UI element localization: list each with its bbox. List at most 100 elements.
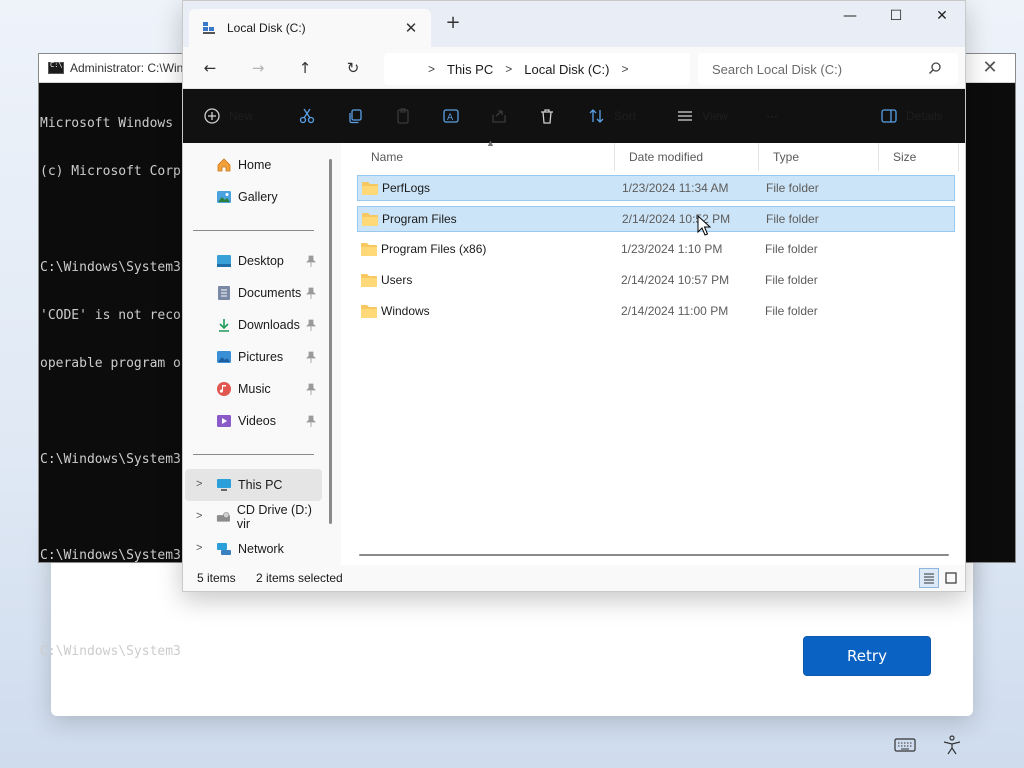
file-type: File folder xyxy=(765,304,818,318)
horizontal-scrollbar[interactable] xyxy=(359,554,949,556)
chevron-right-icon[interactable]: > xyxy=(622,62,629,76)
pin-icon[interactable] xyxy=(306,351,316,363)
column-size[interactable]: Size xyxy=(879,143,959,171)
pin-icon[interactable] xyxy=(306,255,316,267)
sort-button[interactable]: Sort xyxy=(588,106,636,126)
file-date: 2/14/2024 11:00 PM xyxy=(621,304,729,318)
file-row-program-files[interactable]: Program Files 2/14/2024 10:52 PM File fo… xyxy=(357,206,955,232)
breadcrumb-local-disk[interactable]: Local Disk (C:) xyxy=(524,62,609,77)
documents-icon xyxy=(218,286,230,300)
nav-label: Network xyxy=(238,542,284,556)
minimize-icon[interactable]: — xyxy=(827,5,873,27)
chevron-right-icon[interactable]: > xyxy=(505,62,512,76)
more-icon: ··· xyxy=(766,109,778,123)
paste-button[interactable] xyxy=(394,106,412,126)
file-name: Program Files (x86) xyxy=(381,242,487,256)
nav-scrollbar[interactable] xyxy=(329,159,332,524)
copy-button[interactable] xyxy=(346,106,364,126)
home-icon xyxy=(217,158,231,172)
nav-item-network[interactable]: > Network xyxy=(185,533,322,565)
scissors-icon xyxy=(299,108,315,124)
nav-item-desktop[interactable]: Desktop xyxy=(185,245,322,277)
breadcrumb[interactable]: > This PC > Local Disk (C:) > xyxy=(384,53,690,85)
column-type[interactable]: Type xyxy=(759,143,879,171)
cmd-title: Administrator: C:\Win xyxy=(70,61,184,75)
more-options-button[interactable]: ··· xyxy=(766,106,778,126)
file-row-users[interactable]: Users 2/14/2024 10:57 PM File folder xyxy=(357,268,955,294)
accessibility-icon[interactable] xyxy=(941,735,963,755)
file-row-perflogs[interactable]: PerfLogs 1/23/2024 11:34 AM File folder xyxy=(357,175,955,201)
column-name[interactable]: Name xyxy=(357,143,615,171)
mouse-cursor-icon xyxy=(697,215,711,236)
file-type: File folder xyxy=(765,242,818,256)
music-icon xyxy=(217,382,231,396)
search-icon[interactable] xyxy=(928,61,942,75)
nav-divider xyxy=(193,230,314,231)
view-lines-icon xyxy=(678,111,692,121)
details-button[interactable]: Details xyxy=(880,106,943,126)
column-date-modified[interactable]: Date modified xyxy=(615,143,759,171)
new-tab-icon[interactable]: + xyxy=(443,13,463,33)
chevron-right-icon[interactable]: > xyxy=(196,542,202,554)
command-bar: New A Sort View ··· Details xyxy=(183,89,965,143)
rename-icon: A xyxy=(443,109,459,123)
cmd-close-icon[interactable]: ✕ xyxy=(981,59,999,77)
forward-arrow-icon[interactable]: → xyxy=(247,57,269,79)
pin-icon[interactable] xyxy=(306,383,316,395)
plus-circle-icon xyxy=(204,108,220,124)
nav-item-downloads[interactable]: Downloads xyxy=(185,309,322,341)
close-icon[interactable]: ✕ xyxy=(919,5,965,27)
content-area: Home Gallery Desktop Documents Downloads… xyxy=(183,138,965,565)
pin-icon[interactable] xyxy=(306,415,316,427)
gallery-icon xyxy=(217,191,231,203)
nav-label: CD Drive (D:) vir xyxy=(236,503,312,531)
rename-button[interactable]: A xyxy=(442,106,460,126)
file-row-program-files-x86[interactable]: Program Files (x86) 1/23/2024 1:10 PM Fi… xyxy=(357,237,955,263)
chevron-right-icon[interactable]: > xyxy=(196,478,202,490)
view-button[interactable]: View xyxy=(676,106,728,126)
search-box[interactable] xyxy=(698,53,958,85)
nav-item-cd-drive[interactable]: > CD Drive (D:) vir xyxy=(185,501,322,533)
file-row-windows[interactable]: Windows 2/14/2024 11:00 PM File folder xyxy=(357,299,955,325)
up-arrow-icon[interactable]: ↑ xyxy=(294,57,316,79)
refresh-icon[interactable]: ↻ xyxy=(342,57,364,79)
nav-label: Desktop xyxy=(238,254,284,268)
breadcrumb-this-pc[interactable]: This PC xyxy=(447,62,493,77)
nav-item-videos[interactable]: Videos xyxy=(185,405,322,437)
cd-drive-icon xyxy=(216,512,230,522)
share-button[interactable] xyxy=(490,106,508,126)
nav-item-home[interactable]: Home xyxy=(185,149,322,181)
tab-close-icon[interactable]: ✕ xyxy=(401,18,421,38)
search-input[interactable] xyxy=(712,61,922,77)
file-date: 2/14/2024 10:57 PM xyxy=(621,273,730,287)
details-view-button[interactable] xyxy=(919,568,939,588)
console-icon xyxy=(48,61,64,74)
sort-icon xyxy=(589,109,604,123)
desktop-icon xyxy=(217,255,231,267)
cut-button[interactable] xyxy=(298,106,316,126)
tiles-view-button[interactable] xyxy=(941,568,961,588)
pin-icon[interactable] xyxy=(306,287,316,299)
nav-label: Pictures xyxy=(238,350,284,364)
nav-item-gallery[interactable]: Gallery xyxy=(185,181,322,213)
nav-item-music[interactable]: Music xyxy=(185,373,322,405)
delete-button[interactable] xyxy=(538,106,556,126)
chevron-right-icon[interactable]: > xyxy=(428,62,435,76)
nav-item-pictures[interactable]: Pictures xyxy=(185,341,322,373)
maximize-icon[interactable]: ☐ xyxy=(873,5,919,27)
chevron-right-icon[interactable]: > xyxy=(196,510,202,522)
tab-local-disk[interactable]: Local Disk (C:) ✕ xyxy=(189,9,431,47)
sort-label: Sort xyxy=(614,109,637,123)
new-button[interactable]: New xyxy=(203,106,253,126)
back-arrow-icon[interactable]: ← xyxy=(199,57,221,79)
nav-item-documents[interactable]: Documents xyxy=(185,277,322,309)
computer-icon xyxy=(217,479,231,491)
file-explorer-window[interactable]: Local Disk (C:) ✕ + — ☐ ✕ ← → ↑ ↻ > This… xyxy=(182,0,966,592)
pin-icon[interactable] xyxy=(306,319,316,331)
trash-icon xyxy=(541,109,553,124)
tab-bar[interactable]: Local Disk (C:) ✕ + — ☐ ✕ xyxy=(183,1,965,47)
keyboard-icon[interactable] xyxy=(894,735,916,755)
svg-text:A: A xyxy=(447,113,454,123)
nav-item-this-pc[interactable]: > This PC xyxy=(185,469,322,501)
folder-icon xyxy=(362,182,378,195)
